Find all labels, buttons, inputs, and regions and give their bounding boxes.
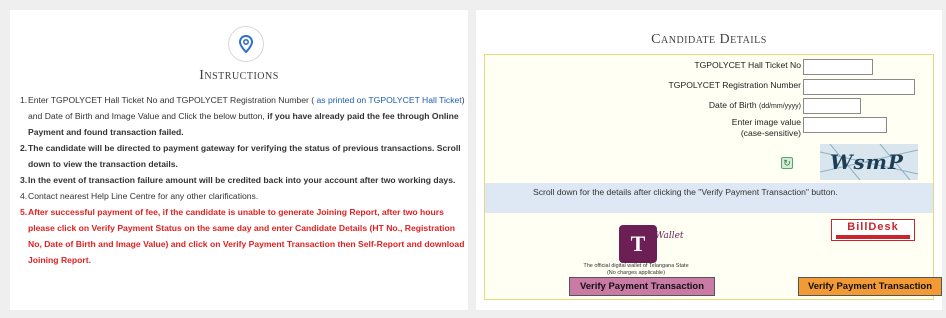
image-value-input[interactable]: [803, 117, 887, 133]
billdesk-logo-bar: [836, 235, 910, 239]
instruction-number: 3.: [20, 175, 28, 185]
instruction-text: Enter TGPOLYCET Hall Ticket No and TGPOL…: [28, 95, 317, 105]
instruction-number: 1.: [20, 95, 28, 105]
instruction-highlight: as printed on TGPOLYCET Hall Ticket: [316, 95, 462, 105]
instruction-item-3: 3. In the event of transaction failure a…: [20, 172, 466, 188]
twallet-caption-line: The official digital wallet of Telangana…: [583, 263, 689, 269]
instruction-text: After successful payment of fee, if the …: [28, 207, 465, 265]
instruction-number: 5.: [20, 207, 28, 217]
twallet-caption-line: (No charges applicable): [606, 270, 666, 276]
candidate-panel: Candidate Details TGPOLYCET Hall Ticket …: [476, 10, 942, 310]
dob-format-hint: (dd/mm/yyyy): [759, 103, 801, 110]
instruction-number: 2.: [20, 143, 28, 153]
registration-input[interactable]: [803, 79, 915, 95]
image-value-label: Enter image value: [731, 117, 801, 127]
scroll-note: Scroll down for the details after clicki…: [485, 183, 933, 213]
twallet-logo: T: [619, 225, 657, 263]
instruction-number: 4.: [20, 191, 28, 201]
hall-ticket-label: TGPOLYCET Hall Ticket No: [694, 60, 801, 70]
twallet-caption: The official digital wallet of Telangana…: [561, 263, 711, 277]
instruction-text: The candidate will be directed to paymen…: [28, 143, 461, 169]
candidate-details-title: Candidate Details: [651, 32, 767, 47]
verify-twallet-button[interactable]: Verify Payment Transaction: [569, 277, 715, 296]
twallet-logo-word: Wallet: [655, 231, 684, 241]
dob-label: Date of Birth (dd/mm/yyyy): [485, 100, 801, 112]
captcha-image: WsmP: [820, 144, 918, 180]
instruction-text: In the event of transaction failure amou…: [28, 175, 456, 185]
dob-label-text: Date of Birth: [708, 100, 757, 110]
instruction-item-5: 5. After successful payment of fee, if t…: [20, 204, 466, 268]
instruction-item-4: 4. Contact nearest Help Line Centre for …: [20, 188, 466, 204]
verify-billdesk-button[interactable]: Verify Payment Transaction: [798, 277, 942, 296]
refresh-captcha-icon[interactable]: ↻: [781, 157, 793, 169]
instructions-list: 1. Enter TGPOLYCET Hall Ticket No and TG…: [20, 92, 466, 268]
billdesk-logo: BillDesk: [831, 219, 915, 241]
candidate-form: TGPOLYCET Hall Ticket No TGPOLYCET Regis…: [484, 54, 942, 300]
dob-input[interactable]: [803, 98, 861, 114]
instructions-title: Instructions: [199, 68, 279, 83]
instruction-item-1: 1. Enter TGPOLYCET Hall Ticket No and TG…: [20, 92, 466, 140]
instructions-panel: Instructions 1. Enter TGPOLYCET Hall Tic…: [10, 10, 468, 310]
captcha-text: WsmP: [830, 150, 904, 174]
instruction-text: Contact nearest Help Line Centre for any…: [28, 191, 259, 201]
location-pin-icon: [228, 26, 264, 62]
instruction-item-2: 2. The candidate will be directed to pay…: [20, 140, 466, 172]
image-value-sublabel: (case-sensitive): [740, 128, 801, 138]
hall-ticket-input[interactable]: [803, 59, 873, 75]
registration-label: TGPOLYCET Registration Number: [668, 80, 801, 90]
billdesk-logo-text: BillDesk: [847, 221, 899, 233]
